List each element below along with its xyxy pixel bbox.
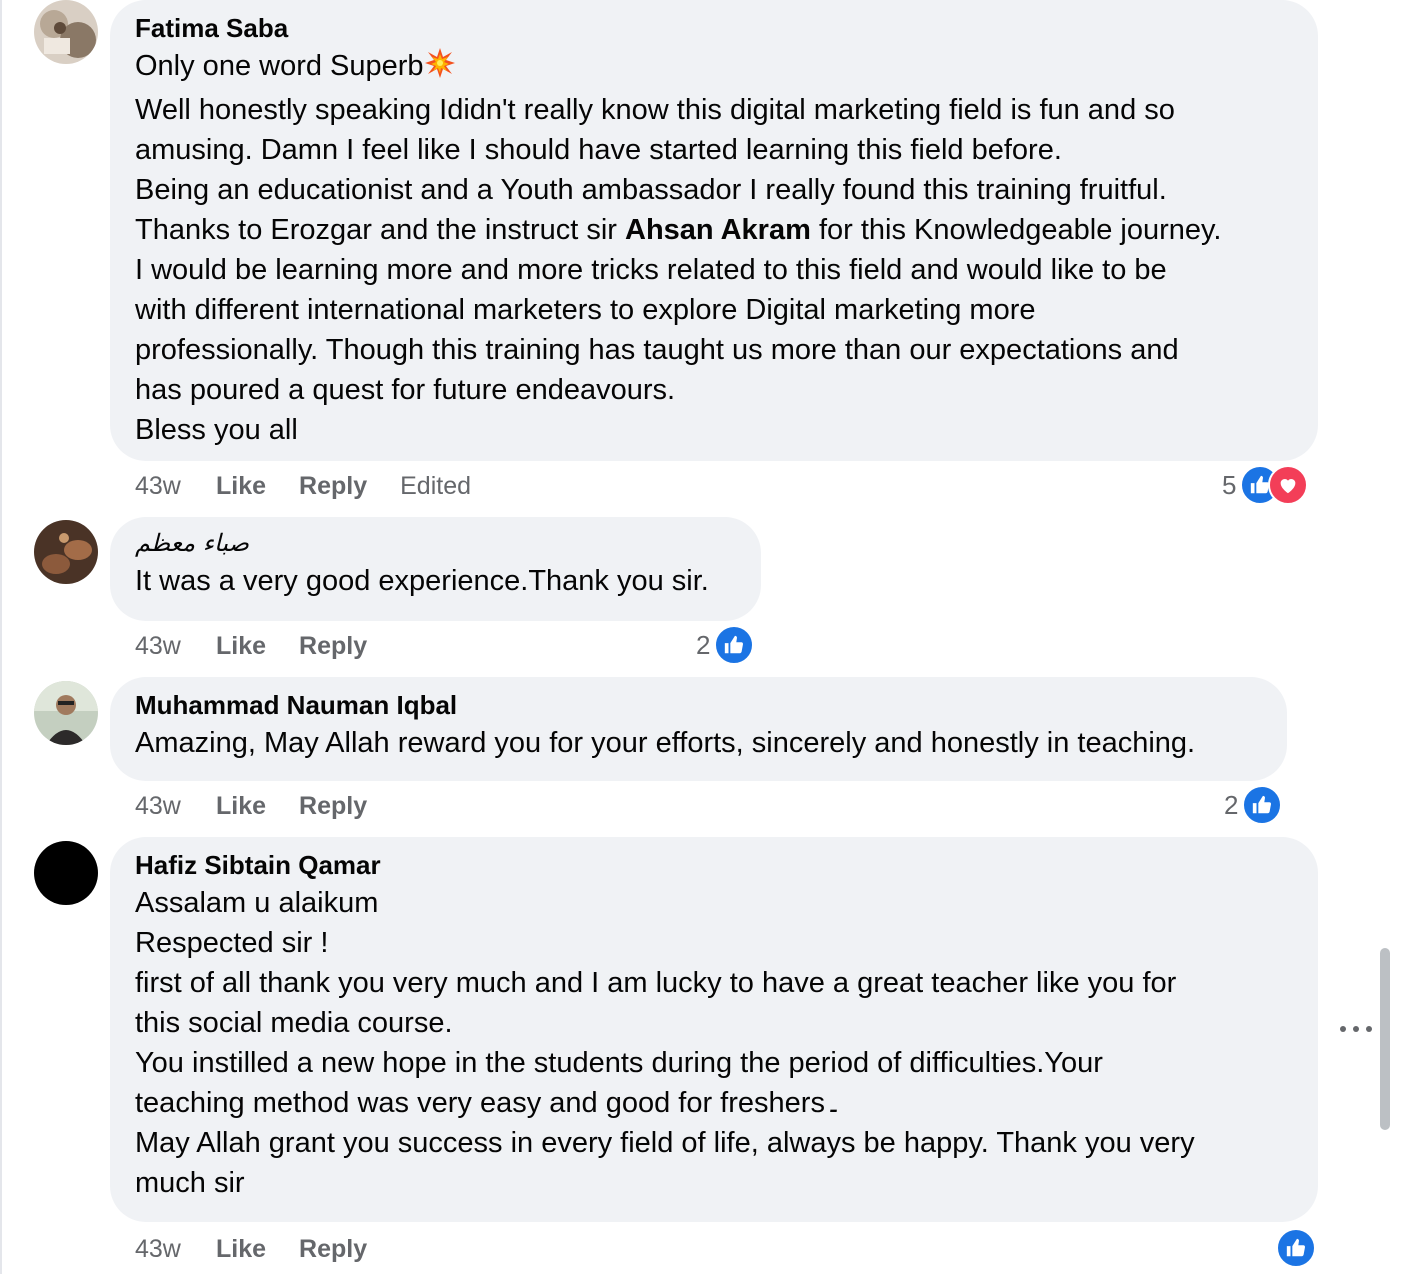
reply-button[interactable]: Reply <box>299 472 367 501</box>
reaction-count: 5 <box>1222 469 1237 500</box>
comment-line: first of all thank you very much and I a… <box>135 967 1177 999</box>
comment-line: Amazing, May Allah reward you for your e… <box>135 727 1196 759</box>
comment-bubble: Muhammad Nauman Iqbal Amazing, May Allah… <box>110 677 1287 781</box>
comment-line: Only one word Superb <box>135 46 1293 90</box>
reaction-count: 2 <box>696 629 711 660</box>
reaction-summary[interactable]: 5 <box>1222 465 1309 505</box>
comment-actions: 43w Like Reply <box>135 1231 400 1267</box>
like-icon <box>714 625 755 665</box>
comment-line: teaching method was very easy and good f… <box>135 1087 842 1119</box>
more-options-icon[interactable] <box>1340 1016 1372 1042</box>
mentioned-name[interactable]: Ahsan Akram <box>625 214 811 246</box>
like-button[interactable]: Like <box>216 472 266 501</box>
love-icon <box>1268 465 1309 505</box>
reply-button[interactable]: Reply <box>299 1235 367 1264</box>
reaction-summary[interactable]: 2 <box>696 625 755 665</box>
comment-bubble: Fatima Saba Only one word Superb Well ho… <box>110 0 1318 461</box>
like-button[interactable]: Like <box>216 1235 266 1264</box>
author-name[interactable]: Muhammad Nauman Iqbal <box>135 687 1262 723</box>
comment-line: May Allah grant you success in every fie… <box>135 1127 1195 1159</box>
reply-button[interactable]: Reply <box>299 632 367 661</box>
like-button[interactable]: Like <box>216 792 266 821</box>
like-icon <box>1276 1228 1316 1268</box>
avatar[interactable] <box>34 0 98 64</box>
avatar[interactable] <box>34 841 98 905</box>
comment-line: amusing. Damn I feel like I should have … <box>135 134 1062 166</box>
edited-label[interactable]: Edited <box>400 472 471 501</box>
avatar[interactable] <box>34 681 98 745</box>
comment-line: professionally. Though this training has… <box>135 334 1179 366</box>
author-name[interactable]: Fatima Saba <box>135 10 1293 46</box>
comment-actions: 43w Like Reply <box>135 788 400 824</box>
comment-line: with different international marketers t… <box>135 294 1036 326</box>
comment-line: this social media course. <box>135 1007 453 1039</box>
scrollbar-thumb[interactable] <box>1380 948 1390 1130</box>
like-icon <box>1242 785 1283 825</box>
comment-actions: 43w Like Reply Edited <box>135 468 471 504</box>
comment-line: much sir <box>135 1167 245 1199</box>
comment-line: I would be learning more and more tricks… <box>135 254 1167 286</box>
timestamp[interactable]: 43w <box>135 632 216 661</box>
comment-line: Bless you all <box>135 414 298 446</box>
comment-line: Well honestly speaking Ididn't really kn… <box>135 94 1175 126</box>
timestamp[interactable]: 43w <box>135 472 216 501</box>
comment-line: Assalam u alaikum <box>135 887 379 919</box>
avatar[interactable] <box>34 520 98 584</box>
comment-bubble: Hafiz Sibtain Qamar Assalam u alaikum Re… <box>110 837 1318 1222</box>
collision-emoji-icon <box>424 47 456 90</box>
timestamp[interactable]: 43w <box>135 792 216 821</box>
reaction-count: 2 <box>1224 789 1239 820</box>
comment-line: It was a very good experience.Thank you … <box>135 565 709 597</box>
comment-line: has poured a quest for future endeavours… <box>135 374 676 406</box>
comment-bubble: صباء معظم It was a very good experience.… <box>110 517 761 621</box>
reaction-summary[interactable]: 2 <box>1224 785 1283 825</box>
comment-line: Thanks to Erozgar and the instruct sir A… <box>135 214 1222 246</box>
comment-line: You instilled a new hope in the students… <box>135 1047 1103 1079</box>
comment-line: Respected sir ! <box>135 927 329 959</box>
reaction-summary[interactable] <box>1276 1228 1316 1268</box>
like-button[interactable]: Like <box>216 632 266 661</box>
author-name[interactable]: Hafiz Sibtain Qamar <box>135 847 1293 883</box>
reply-button[interactable]: Reply <box>299 792 367 821</box>
comment-line: Being an educationist and a Youth ambass… <box>135 174 1167 206</box>
comment-actions: 43w Like Reply <box>135 628 400 664</box>
scrollbar[interactable] <box>1376 948 1394 1130</box>
author-name[interactable]: صباء معظم <box>135 525 736 561</box>
left-border <box>0 0 2 1274</box>
timestamp[interactable]: 43w <box>135 1235 216 1264</box>
